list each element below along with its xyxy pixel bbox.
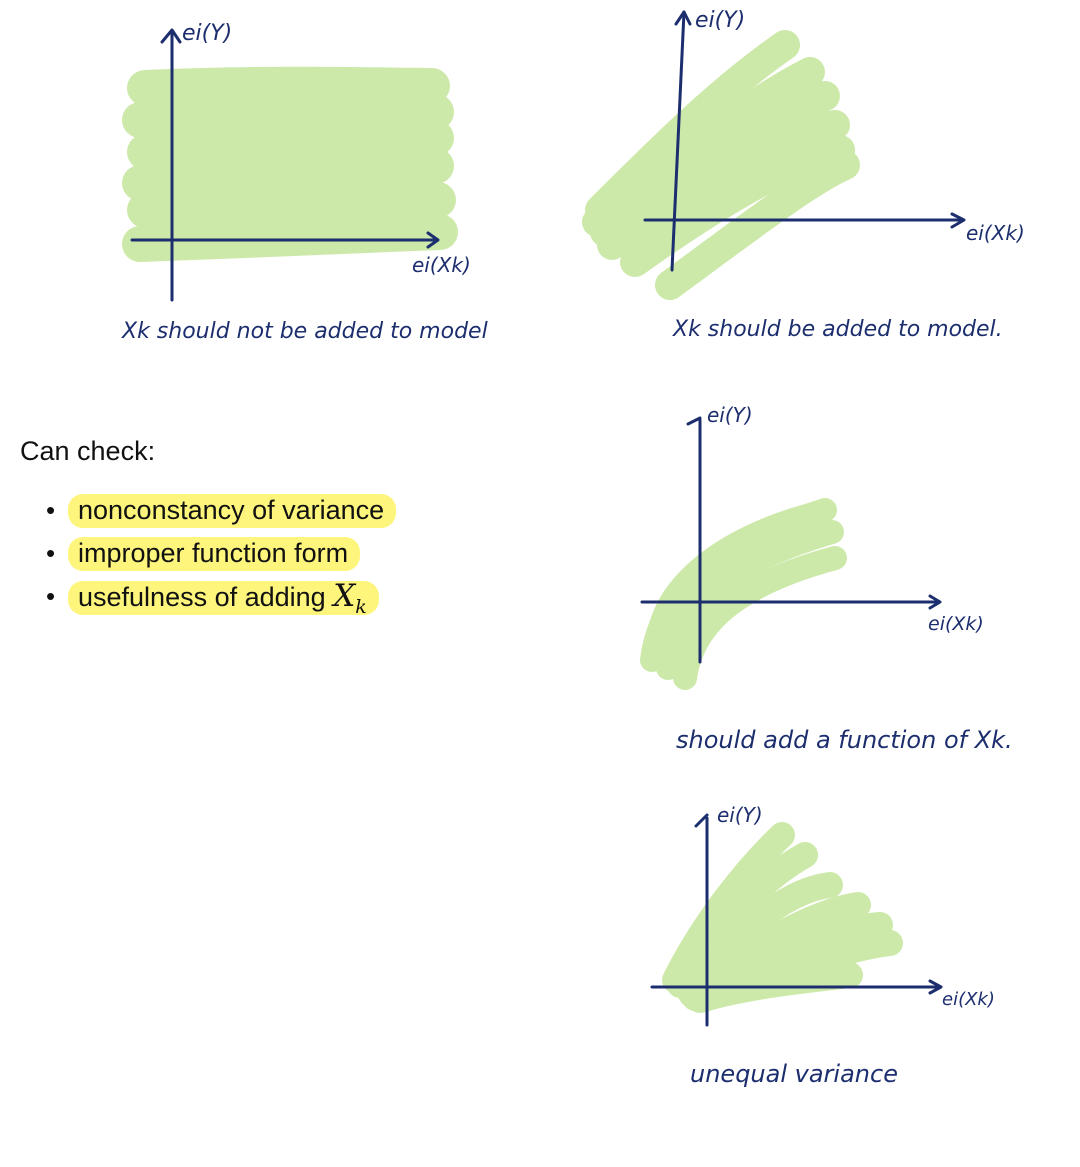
list-item: usefulness of adding Xk [20,575,396,629]
sketch-1-shading [122,66,458,262]
sketch-2-caption: Xk should be added to model. [672,317,1003,342]
check-heading: Can check: [20,436,156,466]
sketch-2-y-label: ei(Y) [695,8,745,33]
sketch-1-y-label: ei(Y) [182,21,232,46]
sketch-3-caption: should add a function of Xk. [676,726,1013,754]
list-item-text: nonconstancy of variance [78,495,385,525]
sketch-3-shading [640,498,847,690]
sketch-4-y-label: ei(Y) [717,803,763,827]
list-item-text: improper function form [78,538,349,568]
sketch-3-y-label: ei(Y) [707,403,753,427]
sketch-2-x-label: ei(Xk) [966,221,1025,245]
highlighted-text: improper function form [68,537,361,571]
sketch-3-x-label: ei(Xk) [928,613,984,635]
list-item: improper function form [20,532,396,575]
check-list: nonconstancy of variance improper functi… [20,489,397,629]
list-item: nonconstancy of variance [20,489,397,532]
math-variable: Xk [333,578,367,619]
sketch-1-x-label: ei(Xk) [412,253,471,277]
sketch-4-caption: unequal variance [690,1060,898,1088]
sketch-1-caption: Xk should not be added to model [121,319,488,344]
sketch-2-shading [582,30,860,300]
highlighted-text: nonconstancy of variance [68,494,397,528]
highlighted-text: usefulness of adding Xk [68,578,379,619]
list-item-text: usefulness of adding [78,582,334,612]
sketch-4-x-label: ei(Xk) [942,989,995,1010]
check-section: Can check: nonconstancy of variance impr… [20,436,397,629]
